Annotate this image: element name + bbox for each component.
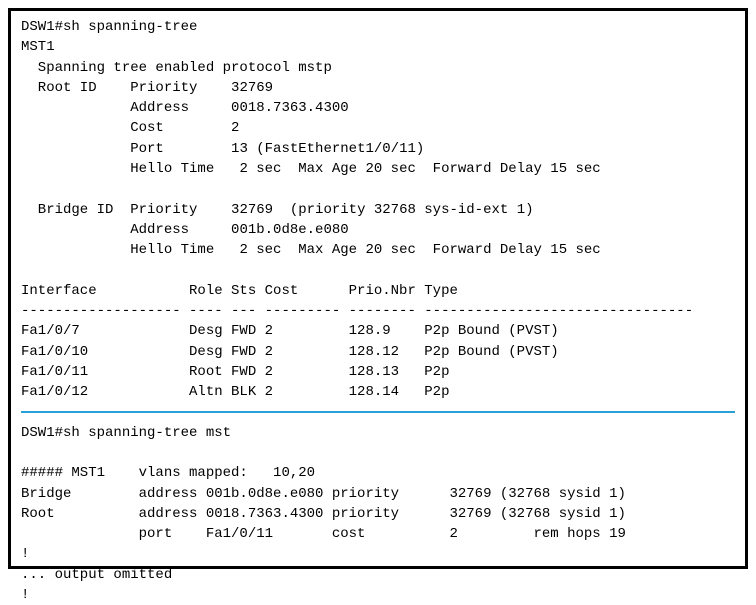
root-port-line: Port 13 (FastEthernet1/0/11) bbox=[21, 139, 735, 159]
stp-enabled-line: Spanning tree enabled protocol mstp bbox=[21, 58, 735, 78]
root-priority-line: Root ID Priority 32769 bbox=[21, 78, 735, 98]
iface-header: Interface Role Sts Cost Prio.Nbr Type bbox=[21, 281, 735, 301]
blank-line bbox=[21, 179, 735, 199]
root-hello-line: Hello Time 2 sec Max Age 20 sec Forward … bbox=[21, 159, 735, 179]
mst-port-line: port Fa1/0/11 cost 2 rem hops 19 bbox=[21, 524, 735, 544]
iface-row: Fa1/0/7 Desg FWD 2 128.9 P2p Bound (PVST… bbox=[21, 321, 735, 341]
bang-line: ! bbox=[21, 585, 735, 605]
blank-line bbox=[21, 443, 735, 463]
command-line: DSW1#sh spanning-tree mst bbox=[21, 423, 735, 443]
bridge-priority-line: Bridge ID Priority 32769 (priority 32768… bbox=[21, 200, 735, 220]
terminal-window: DSW1#sh spanning-tree MST1 Spanning tree… bbox=[8, 8, 748, 569]
divider bbox=[21, 411, 735, 413]
bridge-address-line: Address 001b.0d8e.e080 bbox=[21, 220, 735, 240]
iface-dashes: ------------------- ---- --- --------- -… bbox=[21, 301, 735, 321]
mst-root-line: Root address 0018.7363.4300 priority 327… bbox=[21, 504, 735, 524]
mst-bridge-line: Bridge address 001b.0d8e.e080 priority 3… bbox=[21, 484, 735, 504]
iface-row: Fa1/0/12 Altn BLK 2 128.14 P2p bbox=[21, 382, 735, 402]
output-omitted-line: ... output omitted bbox=[21, 565, 735, 585]
blank-line bbox=[21, 261, 735, 281]
iface-row: Fa1/0/11 Root FWD 2 128.13 P2p bbox=[21, 362, 735, 382]
bang-line: ! bbox=[21, 544, 735, 564]
root-address-line: Address 0018.7363.4300 bbox=[21, 98, 735, 118]
root-cost-line: Cost 2 bbox=[21, 118, 735, 138]
mst-header-line: ##### MST1 vlans mapped: 10,20 bbox=[21, 463, 735, 483]
command-line: DSW1#sh spanning-tree bbox=[21, 17, 735, 37]
bridge-hello-line: Hello Time 2 sec Max Age 20 sec Forward … bbox=[21, 240, 735, 260]
iface-row: Fa1/0/10 Desg FWD 2 128.12 P2p Bound (PV… bbox=[21, 342, 735, 362]
mst-instance: MST1 bbox=[21, 37, 735, 57]
